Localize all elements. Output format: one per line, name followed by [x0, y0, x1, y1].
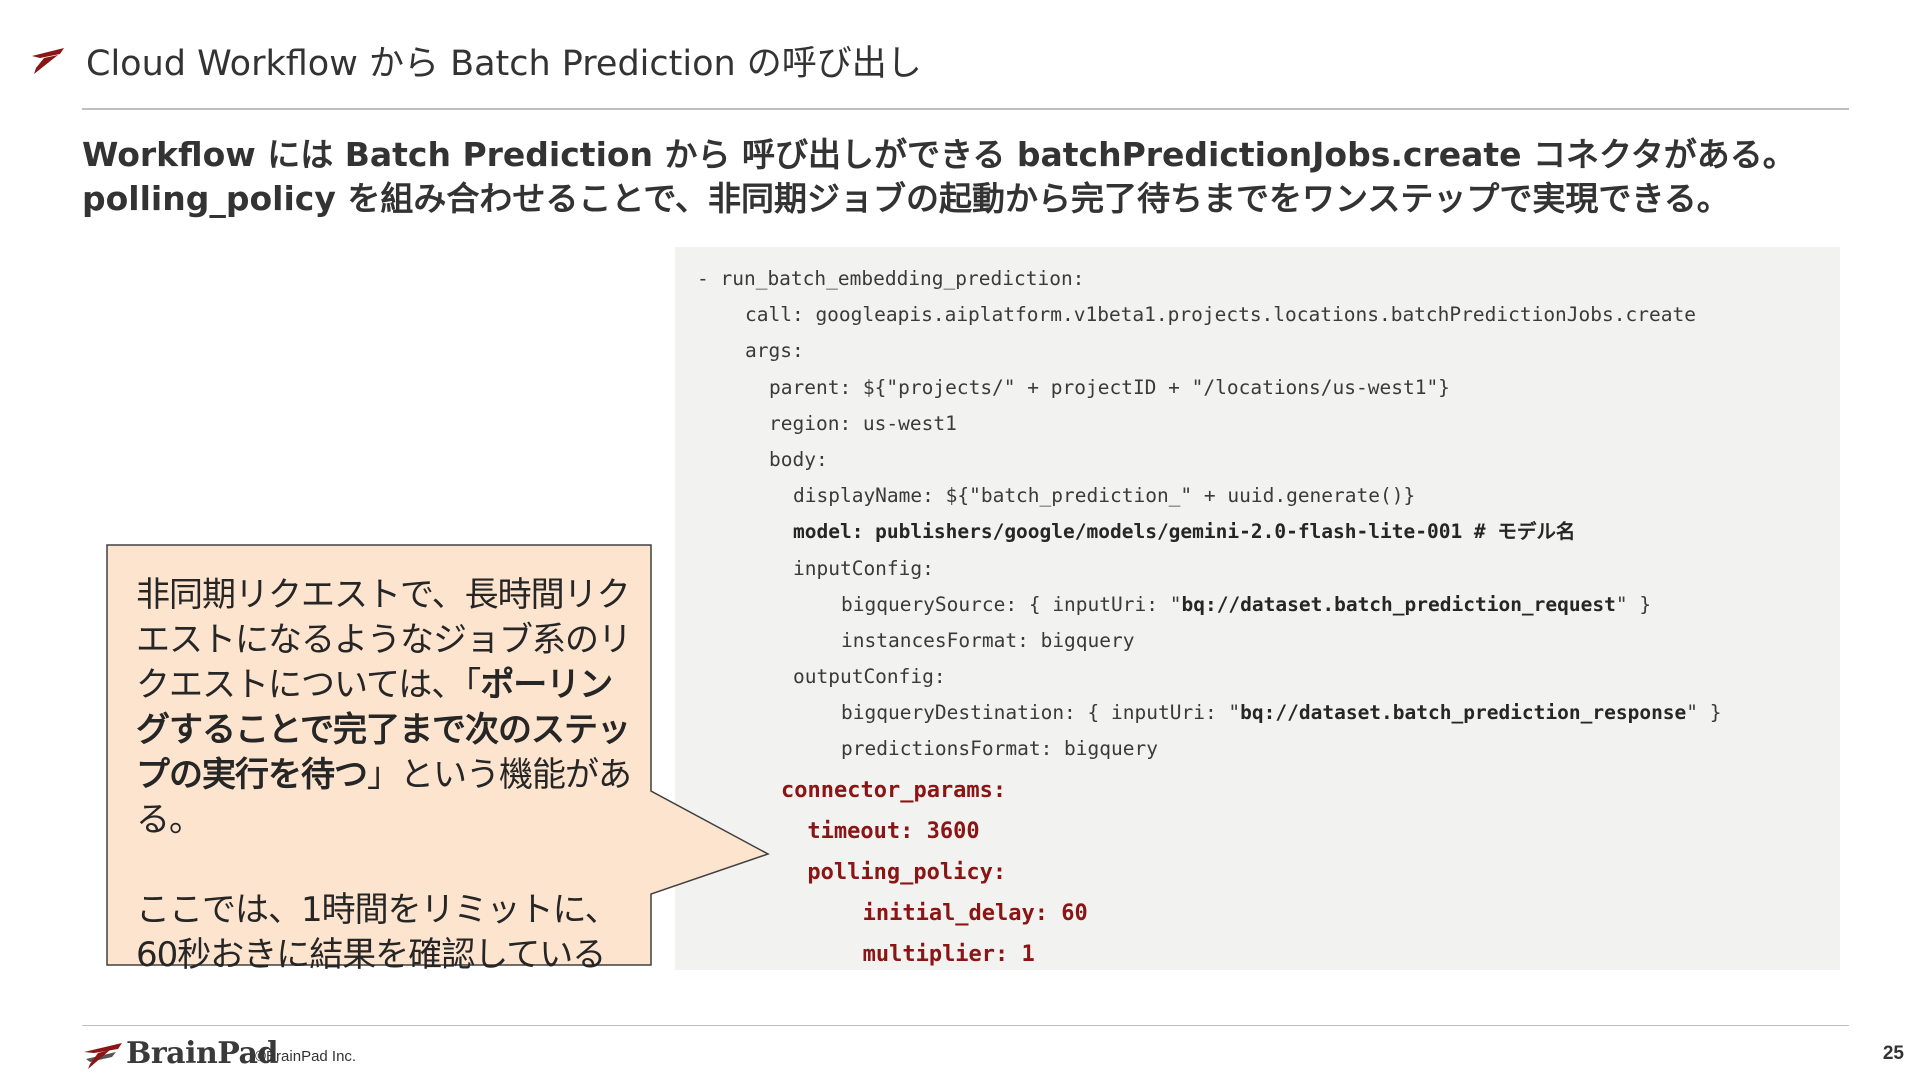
- footer-divider: [82, 1025, 1849, 1026]
- callout-text: 非同期リクエストで、長時間リクエストになるようなジョブ系のリクエストについては、…: [136, 573, 636, 978]
- code-line: parent: ${"projects/" + projectID + "/lo…: [769, 375, 1450, 399]
- title-divider: [82, 108, 1849, 110]
- code-line: multiplier: 1: [862, 941, 1035, 967]
- page-number: 25: [1882, 1043, 1904, 1064]
- code-line: initial_delay: 60: [862, 900, 1088, 926]
- code-line: body:: [769, 447, 828, 471]
- code-line: displayName: ${"batch_prediction_" + uui…: [793, 484, 1416, 508]
- code-line: region: us-west1: [769, 411, 957, 435]
- callout-paragraph-2: ここでは、1時間をリミットに、60秒おきに結果を確認している: [136, 890, 619, 975]
- lead-text: Workflow には Batch Prediction から 呼び出しができる…: [82, 135, 1796, 218]
- code-block: - run_batch_embedding_prediction: call: g…: [675, 247, 1840, 970]
- code-line: predictionsFormat: bigquery: [841, 737, 1158, 761]
- copyright: ©BrainPad Inc.: [255, 1048, 357, 1065]
- code-line: inputConfig:: [793, 556, 934, 580]
- code-line: timeout: 3600: [807, 818, 980, 844]
- callout-paragraph-1: 非同期リクエストで、長時間リクエストになるようなジョブ系のリクエストについては、…: [136, 575, 632, 840]
- code-line: model: publishers/google/models/gemini-2…: [793, 520, 1576, 544]
- code-line: connector_params:: [781, 777, 1007, 803]
- code-line: args:: [745, 339, 804, 363]
- code-line: call: googleapis.aiplatform.v1beta1.proj…: [745, 303, 1696, 327]
- code-line: - run_batch_embedding_prediction:: [697, 267, 1085, 290]
- code-line: bigqueryDestination: { inputUri: "bq://d…: [841, 701, 1722, 725]
- code-line: instancesFormat: bigquery: [841, 628, 1135, 652]
- footer-logo-icon: [84, 1043, 122, 1069]
- code-lines: - run_batch_embedding_prediction: call: g…: [697, 261, 1840, 970]
- code-line: bigquerySource: { inputUri: "bq://datase…: [841, 592, 1652, 616]
- slide-title: Cloud Workflow から Batch Prediction の呼び出し: [86, 44, 922, 84]
- brand-logo-mark-icon: [32, 48, 64, 74]
- code-line: polling_policy:: [807, 859, 1007, 885]
- code-line: outputConfig:: [793, 665, 946, 689]
